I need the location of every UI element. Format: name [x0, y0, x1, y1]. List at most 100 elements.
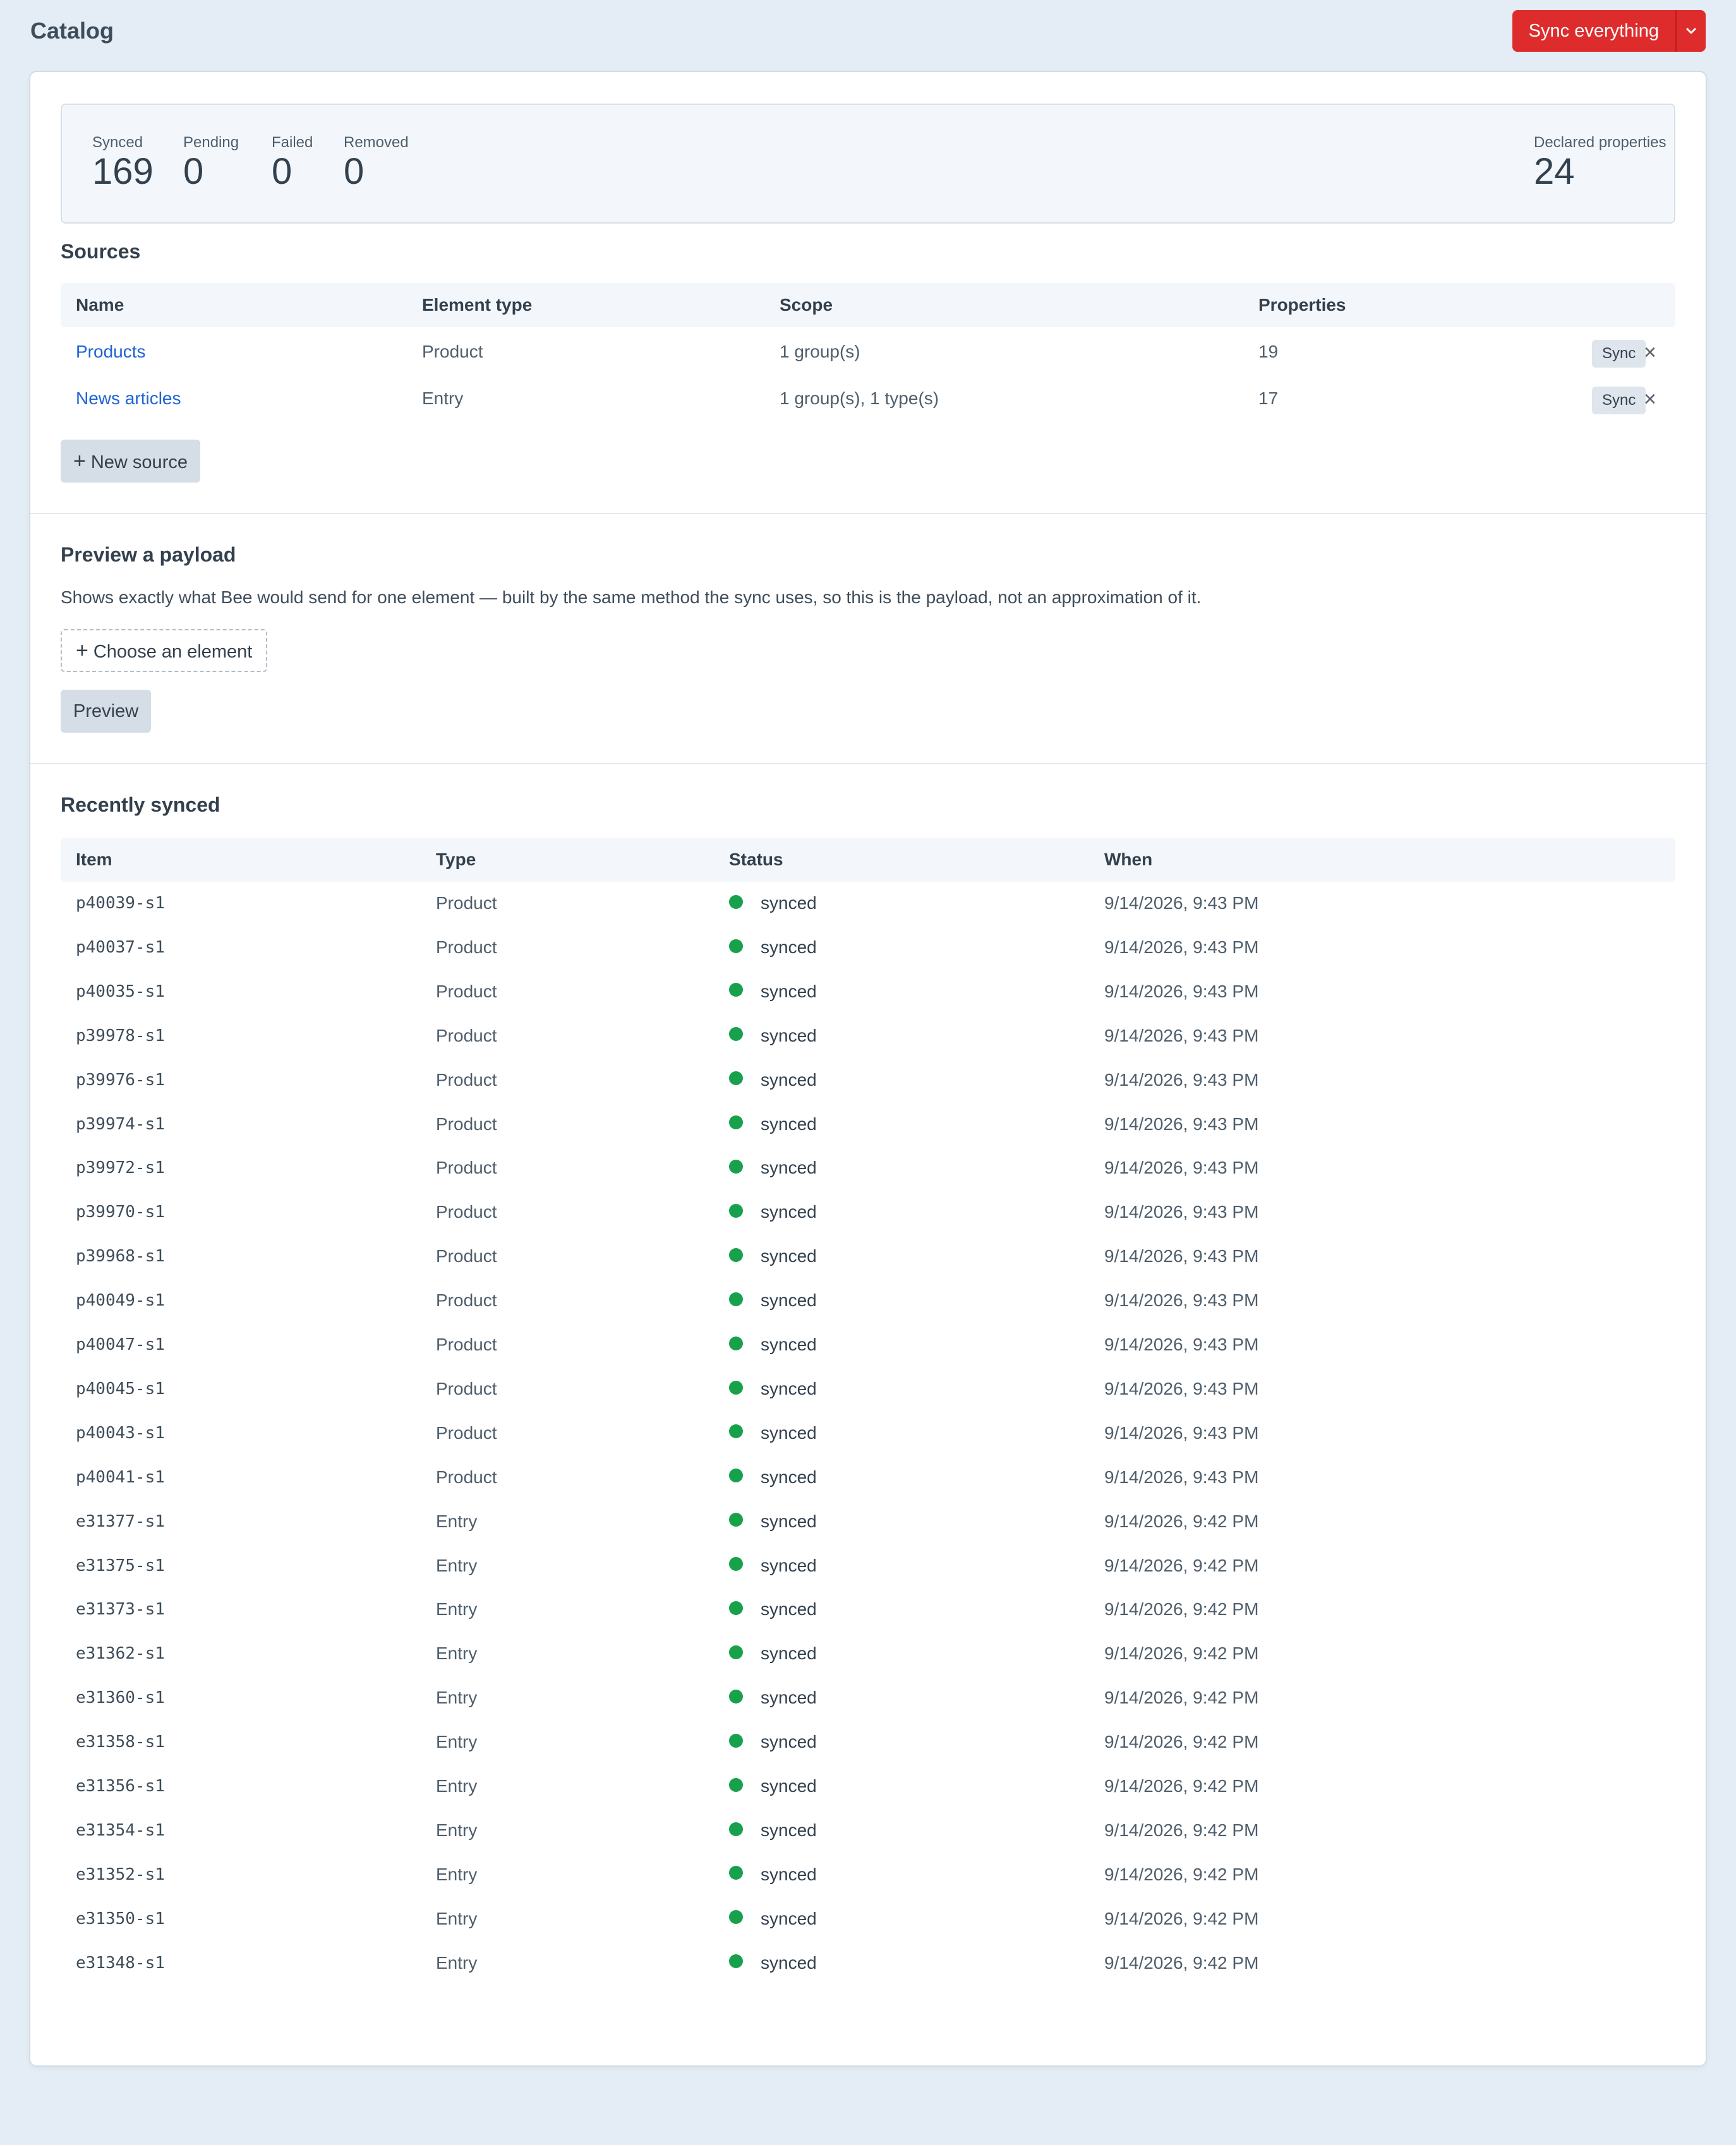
status-text: synced — [761, 1864, 817, 1884]
item-type: Product — [436, 1246, 497, 1266]
item-id: p39978-s1 — [76, 1026, 165, 1045]
close-icon[interactable]: × — [1644, 376, 1656, 421]
new-source-button[interactable]: + New source — [61, 440, 200, 483]
column-header: Status — [729, 850, 783, 869]
source-name-link[interactable]: Products — [76, 330, 146, 374]
status-dot-icon — [729, 1071, 743, 1086]
plus-icon: + — [76, 639, 88, 663]
item-status: synced — [729, 1808, 817, 1853]
table-row: p40035-s1 Product synced 9/14/2026, 9:43 PM — [61, 970, 1675, 1014]
status-dot-icon — [729, 1822, 743, 1836]
status-text: synced — [761, 1688, 817, 1708]
item-type: Entry — [436, 1776, 478, 1796]
table-row: p40039-s1 Product synced 9/14/2026, 9:43 PM — [61, 881, 1675, 925]
table-row: p40037-s1 Product synced 9/14/2026, 9:43 PM — [61, 925, 1675, 970]
item-status: synced — [729, 1544, 817, 1588]
item-when: 9/14/2026, 9:42 PM — [1104, 1908, 1259, 1928]
status-text: synced — [761, 1732, 817, 1752]
item-when: 9/14/2026, 9:42 PM — [1104, 1952, 1259, 1973]
item-when: 9/14/2026, 9:43 PM — [1104, 981, 1259, 1001]
status-text: synced — [761, 893, 817, 913]
item-type: Entry — [436, 1864, 478, 1884]
stat-removed: Removed 0 — [344, 134, 409, 192]
stat-label: Declared properties — [1534, 134, 1667, 151]
item-when: 9/14/2026, 9:43 PM — [1104, 1378, 1259, 1398]
status-dot-icon — [729, 894, 743, 909]
table-row: p39978-s1 Product synced 9/14/2026, 9:43 PM — [61, 1014, 1675, 1058]
status-text: synced — [761, 1422, 817, 1443]
item-status: synced — [729, 1234, 817, 1278]
item-id: p40041-s1 — [76, 1467, 165, 1487]
choose-element-label: Choose an element — [93, 642, 253, 662]
page-header: Catalog Sync everything — [30, 8, 1706, 54]
table-row: p39974-s1 Product synced 9/14/2026, 9:43 PM — [61, 1102, 1675, 1146]
item-status: synced — [729, 1897, 817, 1941]
item-type: Product — [436, 1378, 497, 1398]
item-when: 9/14/2026, 9:42 PM — [1104, 1820, 1259, 1840]
table-row: p39976-s1 Product synced 9/14/2026, 9:43 PM — [61, 1058, 1675, 1102]
close-icon[interactable]: × — [1644, 330, 1656, 374]
plus-icon: + — [73, 449, 86, 473]
stat-label: Synced — [92, 134, 143, 151]
preview-button[interactable]: Preview — [61, 690, 152, 733]
item-status: synced — [729, 1676, 817, 1720]
item-when: 9/14/2026, 9:42 PM — [1104, 1643, 1259, 1664]
item-id: e31354-s1 — [76, 1820, 165, 1840]
item-id: e31356-s1 — [76, 1777, 165, 1796]
status-dot-icon — [729, 1469, 743, 1483]
status-text: synced — [761, 1025, 817, 1045]
table-row: e31373-s1 Entry synced 9/14/2026, 9:42 PM — [61, 1587, 1675, 1631]
status-text: synced — [761, 1158, 817, 1178]
preview-description: Shows exactly what Bee would send for on… — [61, 587, 1202, 607]
sync-options-button[interactable] — [1677, 10, 1706, 52]
table-row: e31375-s1 Entry synced 9/14/2026, 9:42 PM — [61, 1544, 1675, 1588]
status-text: synced — [761, 1114, 817, 1134]
recent-table-header: Item Type Status When — [61, 838, 1675, 882]
source-name-link[interactable]: News articles — [76, 376, 181, 421]
status-text: synced — [761, 1820, 817, 1840]
stat-value: 0 — [344, 151, 365, 192]
item-status: synced — [729, 1102, 817, 1146]
status-text: synced — [761, 1246, 817, 1266]
item-when: 9/14/2026, 9:43 PM — [1104, 1246, 1259, 1266]
source-row: News articles Entry 1 group(s), 1 type(s… — [61, 376, 1675, 421]
table-row: e31356-s1 Entry synced 9/14/2026, 9:42 PM — [61, 1764, 1675, 1808]
item-status: synced — [729, 1278, 817, 1323]
main-card: Synced 169 Pending 0 Failed 0 Removed 0 … — [30, 72, 1706, 2065]
item-type: Entry — [436, 1599, 478, 1619]
table-row: p39972-s1 Product synced 9/14/2026, 9:43 PM — [61, 1146, 1675, 1190]
sync-everything-button[interactable]: Sync everything — [1512, 10, 1677, 52]
item-status: synced — [729, 1190, 817, 1234]
item-id: p40039-s1 — [76, 894, 165, 913]
item-type: Product — [436, 1422, 497, 1443]
stat-value: 24 — [1534, 151, 1575, 192]
item-type: Entry — [436, 1555, 478, 1575]
source-sync-button[interactable]: Sync — [1592, 340, 1646, 368]
item-when: 9/14/2026, 9:43 PM — [1104, 1467, 1259, 1487]
item-type: Entry — [436, 1908, 478, 1928]
table-row: e31377-s1 Entry synced 9/14/2026, 9:42 PM — [61, 1499, 1675, 1544]
item-id: e31350-s1 — [76, 1909, 165, 1928]
new-source-label: New source — [90, 452, 188, 472]
item-id: p39976-s1 — [76, 1070, 165, 1090]
item-type: Entry — [436, 1732, 478, 1752]
item-id: p39970-s1 — [76, 1203, 165, 1222]
table-row: e31360-s1 Entry synced 9/14/2026, 9:42 PM — [61, 1676, 1675, 1720]
item-when: 9/14/2026, 9:42 PM — [1104, 1555, 1259, 1575]
status-dot-icon — [729, 1160, 743, 1174]
stat-label: Pending — [183, 134, 239, 151]
source-sync-button[interactable]: Sync — [1592, 387, 1646, 414]
item-id: p39974-s1 — [76, 1114, 165, 1134]
section-divider — [30, 763, 1706, 764]
item-type: Product — [436, 937, 497, 957]
status-text: synced — [761, 1643, 817, 1664]
choose-element-button[interactable]: + Choose an element — [61, 629, 268, 672]
item-status: synced — [729, 1455, 817, 1499]
status-dot-icon — [729, 1336, 743, 1350]
item-id: e31360-s1 — [76, 1688, 165, 1708]
table-row: e31362-s1 Entry synced 9/14/2026, 9:42 PM — [61, 1631, 1675, 1676]
item-status: synced — [729, 970, 817, 1014]
table-row: e31348-s1 Entry synced 9/14/2026, 9:42 PM — [61, 1941, 1675, 1985]
item-id: p39972-s1 — [76, 1158, 165, 1178]
source-row: Products Product 1 group(s) 19 Sync × — [61, 330, 1675, 374]
